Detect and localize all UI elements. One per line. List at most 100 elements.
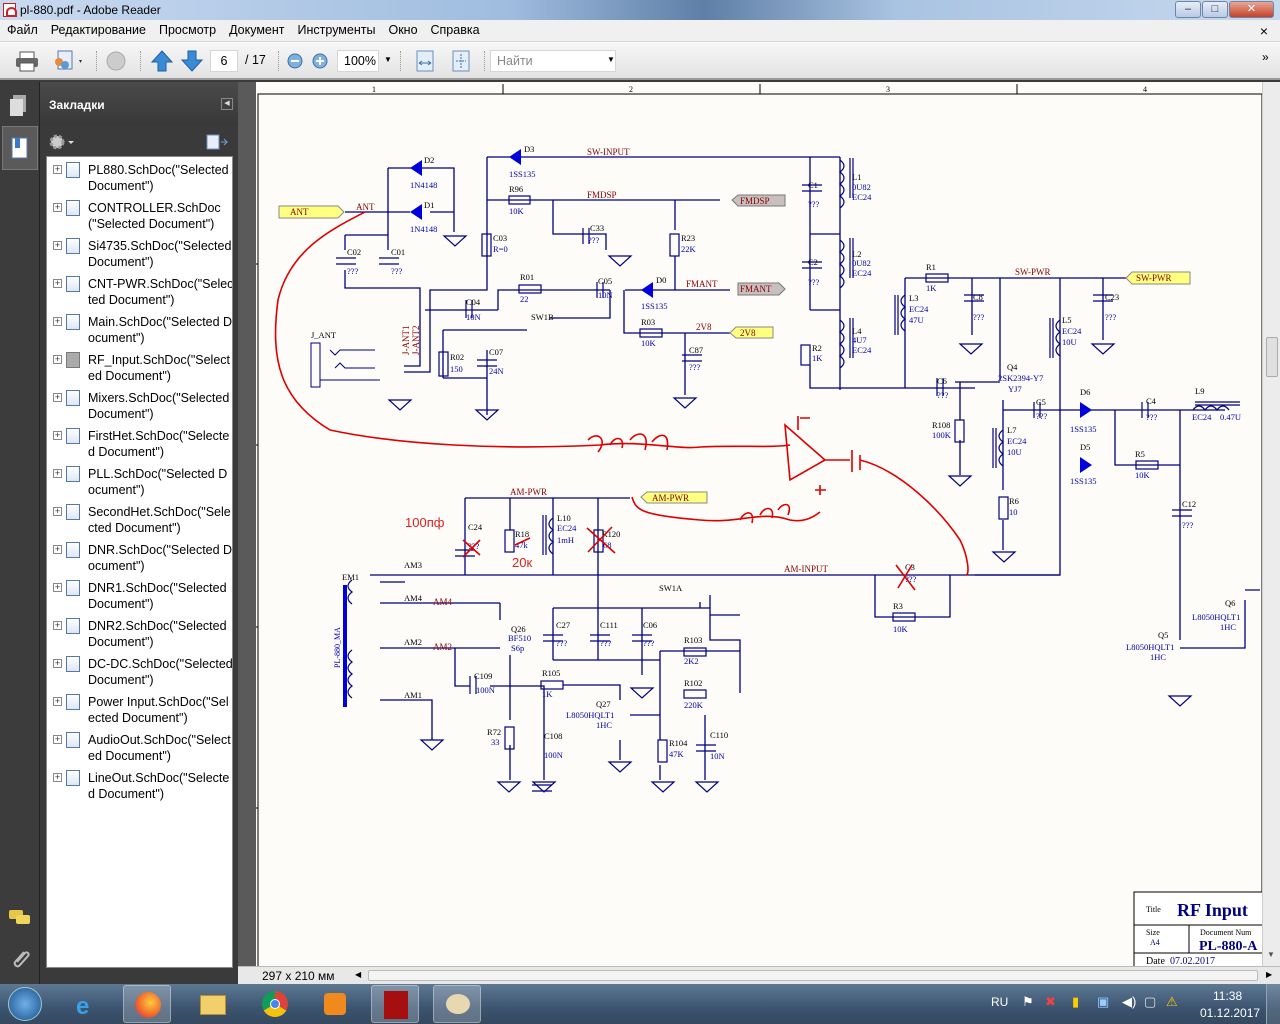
taskbar-internet-explorer[interactable]: e [64,985,114,1023]
expand-icon[interactable]: + [53,355,62,364]
toolbar-expand-icon[interactable]: » [1262,50,1269,64]
vertical-scrollbar[interactable]: ▼ [1262,82,1280,966]
taskbar-explorer[interactable] [188,985,238,1023]
expand-icon[interactable]: + [53,659,62,668]
scroll-left-icon[interactable]: ◀ [355,970,361,979]
expand-icon[interactable]: + [53,735,62,744]
comments-icon[interactable] [8,908,32,928]
menu-window[interactable]: Окно [381,20,423,37]
taskbar-firefox[interactable] [123,985,171,1023]
bookmark-item[interactable]: + CNT-PWR.SchDoc("Selected Document") [47,271,232,309]
menu-edit[interactable]: Редактирование [44,20,152,37]
bookmark-item[interactable]: + FirstHet.SchDoc("Selected Document") [47,423,232,461]
next-page-icon[interactable] [180,50,204,72]
expand-icon[interactable]: + [53,203,62,212]
expand-bookmark-icon[interactable] [205,133,229,151]
zoom-in-icon[interactable] [311,50,329,72]
show-desktop-button[interactable] [1266,984,1280,1024]
bookmark-item[interactable]: + CONTROLLER.SchDoc("Selected Document") [47,195,232,233]
scroll-right-icon[interactable]: ▶ [1266,970,1272,979]
sign-icon[interactable] [104,50,130,72]
clock-date[interactable]: 01.12.2017 [1200,1006,1260,1020]
bookmark-item[interactable]: + DC-DC.SchDoc("Selected Document") [47,651,232,689]
attachments-icon[interactable] [9,948,31,970]
net-label: ANT [356,202,375,212]
pages-icon[interactable] [9,94,29,118]
maximize-button[interactable]: □ [1202,1,1228,18]
part-ref-d2: D2 [424,155,434,165]
taskbar-chrome[interactable] [250,985,300,1023]
minimize-button[interactable]: – [1175,1,1201,18]
expand-icon[interactable]: + [53,545,62,554]
bookmark-item[interactable]: + DNR2.SchDoc("Selected Document") [47,613,232,651]
battery-icon[interactable]: ▮ [1072,994,1079,1010]
print-icon[interactable] [14,50,40,72]
expand-icon[interactable]: + [53,317,62,326]
menu-tools[interactable]: Инструменты [291,20,382,37]
bookmark-label: CONTROLLER.SchDoc("Selected Document") [88,201,221,231]
horizontal-scrollbar[interactable] [368,970,1258,981]
expand-icon[interactable]: + [53,773,62,782]
part-value: 10N [710,751,725,761]
taskbar-media-player[interactable] [310,985,360,1023]
close-button[interactable]: ✕ [1229,1,1274,18]
bookmark-item[interactable]: + Si4735.SchDoc("Selected Document") [47,233,232,271]
scroll-thumb[interactable] [1266,337,1278,377]
expand-icon[interactable]: + [53,469,62,478]
display-icon[interactable]: ▣ [1097,994,1109,1010]
network-icon[interactable]: ⚠ [1166,994,1178,1010]
bookmark-item[interactable]: + PL880.SchDoc("Selected Document") [47,157,232,195]
find-input[interactable]: Найти [490,50,616,72]
part-ref-am2: AM2 [404,637,422,647]
zoom-out-icon[interactable] [286,50,304,72]
part-ref-q4: Q4 [1007,362,1018,372]
menu-view[interactable]: Просмотр [152,20,222,37]
volume-icon[interactable]: ◀) [1122,994,1136,1010]
expand-icon[interactable]: + [53,393,62,402]
bookmark-item[interactable]: + DNR1.SchDoc("Selected Document") [47,575,232,613]
fit-width-icon[interactable] [414,50,436,72]
bookmark-item[interactable]: + SecondHet.SchDoc("Selected Document") [47,499,232,537]
prev-page-icon[interactable] [150,50,174,72]
notification-icon[interactable]: ▢ [1144,994,1156,1010]
language-indicator[interactable]: RU [991,995,1008,1009]
expand-icon[interactable]: + [53,621,62,630]
menu-document[interactable]: Документ [222,20,290,37]
options-gear-icon[interactable] [48,133,76,151]
fit-page-icon[interactable] [450,50,472,72]
column-label: 3 [886,85,890,94]
bookmark-label: DC-DC.SchDoc("Selected Document") [88,657,233,687]
zoom-dropdown-icon[interactable]: ▼ [384,55,392,64]
taskbar-paint[interactable] [433,985,481,1023]
expand-icon[interactable]: + [53,507,62,516]
expand-icon[interactable]: + [53,697,62,706]
start-button[interactable] [8,987,42,1021]
collapse-panel-button[interactable]: ◀ [221,98,233,110]
bookmark-item[interactable]: + Power Input.SchDoc("Selected Document") [47,689,232,727]
network-warning-icon[interactable]: ✖ [1045,994,1056,1010]
expand-icon[interactable]: + [53,165,62,174]
bookmarks-tab[interactable] [2,126,38,170]
flag-icon[interactable]: ⚑ [1022,994,1034,1010]
taskbar-adobe-reader[interactable] [371,985,419,1023]
menu-file[interactable]: Файл [0,20,44,37]
bookmark-item[interactable]: + RF_Input.SchDoc("Selected Document") [47,347,232,385]
clock-time[interactable]: 11:38 [1213,989,1242,1003]
zoom-level-input[interactable]: 100% [337,50,379,72]
bookmark-item[interactable]: + LineOut.SchDoc("Selected Document") [47,765,232,803]
bookmark-item[interactable]: + Main.SchDoc("Selected Document") [47,309,232,347]
share-icon[interactable] [50,50,86,72]
expand-icon[interactable]: + [53,583,62,592]
bookmark-item[interactable]: + AudioOut.SchDoc("Selected Document") [47,727,232,765]
bookmark-item[interactable]: + DNR.SchDoc("Selected Document") [47,537,232,575]
expand-icon[interactable]: + [53,241,62,250]
expand-icon[interactable]: + [53,431,62,440]
expand-icon[interactable]: + [53,279,62,288]
bookmark-item[interactable]: + Mixers.SchDoc("Selected Document") [47,385,232,423]
scroll-down-icon[interactable]: ▼ [1267,950,1275,959]
menu-help[interactable]: Справка [424,20,486,37]
close-document-icon[interactable]: × [1253,20,1274,39]
bookmark-item[interactable]: + PLL.SchDoc("Selected Document") [47,461,232,499]
find-dropdown-icon[interactable]: ▼ [607,55,615,64]
page-number-input[interactable]: 6 [210,50,238,72]
